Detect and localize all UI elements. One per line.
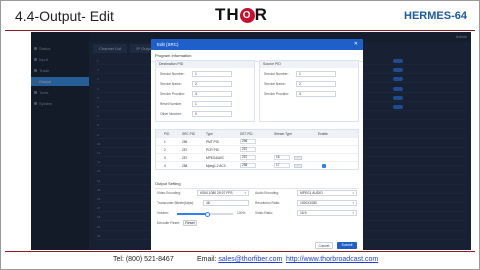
aspect-label: Video Ratio: (255, 211, 273, 215)
pid-number: 1 (164, 140, 166, 144)
pid-column-header: Stream Type (274, 132, 293, 136)
src_fields-label: Service Provider: (264, 92, 290, 96)
pid-table: PID SRC PID Type DST PID Stream Type Enable 1… (155, 129, 359, 170)
dst-pid-input[interactable]: 256 (240, 139, 256, 144)
pid-number: 3 (164, 156, 166, 160)
dest_fields-input[interactable]: 1 (192, 101, 232, 107)
pid-column-header: Type (206, 132, 213, 136)
cancel-button[interactable]: Cancel (315, 242, 333, 249)
video-encoding-label: Video Encoding: (157, 191, 181, 195)
footer-tel: Tel: (800) 521-8467 (113, 256, 174, 263)
product-name: HERMES-64 (404, 10, 467, 22)
src_fields-label: Service Number: (264, 72, 289, 76)
pid-table-header: PID SRC PID Type DST PID Stream Type Enable (156, 130, 358, 137)
volume-knob[interactable] (205, 211, 211, 217)
source-pid-box: Source PID Service Number: 1 Service Name:… (259, 60, 359, 122)
close-icon[interactable]: ✕ (354, 39, 358, 50)
enable-checkbox[interactable] (322, 163, 326, 168)
stream-type-input[interactable]: 17 (274, 163, 290, 168)
output-setting-heading: Output Setting (155, 179, 359, 189)
thor-logo: TH O R (215, 5, 268, 27)
pid-type: Mpeg1-2 AC3 (206, 164, 226, 168)
dest_fields-label: Service Name: (160, 82, 182, 86)
footer-email-link[interactable]: sales@thorfiber.com (218, 256, 282, 263)
decoder-reset-label: Decoder Reset: (157, 221, 180, 225)
pid-number: 4 (164, 164, 166, 168)
pid-column-header: SRC PID (182, 132, 195, 136)
pid-type: PCR PID (206, 148, 219, 152)
dest_fields-input[interactable]: 1 (192, 71, 232, 77)
dst-pid-input[interactable]: 257 (240, 147, 256, 152)
stream-type-button[interactable]: ··· (294, 163, 302, 168)
footer-email-label: Email: (197, 256, 217, 263)
pid-column-header: PID (164, 132, 170, 136)
pid-number: 2 (164, 148, 166, 152)
bitrate-input[interactable]: 48 (203, 200, 249, 206)
dest_fields-label: Service Number: (160, 72, 185, 76)
audio-encoding-label: Audio Encoding: (255, 191, 280, 195)
slide-footer: Tel: (800) 521-8467 Email: sales@thorfib… (1, 253, 480, 269)
stream-type-button[interactable]: ··· (294, 155, 302, 160)
aspect-value: 16:9 (300, 211, 307, 215)
logo-o-icon: O (239, 8, 255, 23)
bitrate-value: 48 (206, 201, 210, 205)
pid-column-header: Enable (318, 132, 328, 136)
footer-divider (5, 251, 475, 252)
logo-text-left: TH (215, 5, 240, 24)
dest_fields-input[interactable]: 0 (192, 111, 232, 117)
audio-encoding-value: MPEG1 AUDIO (300, 191, 323, 195)
pid-type: MPEG4/AVC (206, 156, 225, 160)
src_fields-label: Service Name: (264, 82, 286, 86)
resolution-label: Resolution Ratio: (255, 201, 281, 205)
dest_fields-label: Reset Number: (160, 102, 183, 106)
pid-row: 4 258 Mpeg1-2 AC3 258 17 ··· (156, 161, 358, 169)
slide-title: 4.4-Output- Edit (15, 8, 114, 24)
logo-text-right: R (254, 5, 268, 24)
dst-pid-input[interactable]: 258 (240, 163, 256, 168)
resolution-select[interactable]: 1920X1080 (297, 200, 357, 206)
src-pid: 257 (182, 156, 188, 160)
src_fields-input[interactable]: 3 (296, 91, 336, 97)
submit-button[interactable]: Submit (337, 242, 357, 249)
volume-slider[interactable] (177, 211, 233, 217)
dest_fields-label: Service Provider: (160, 92, 186, 96)
pid-row: 3 257 MPEG4/AVC 257 16 ··· (156, 153, 358, 161)
footer-website-link[interactable]: http://www.thorbroadcast.com (286, 256, 378, 263)
video-encoding-select[interactable]: H264 1080 29.97 FPS (197, 190, 249, 196)
audio-encoding-select[interactable]: MPEG1 AUDIO (297, 190, 357, 196)
src_fields-input[interactable]: 1 (296, 71, 336, 77)
dest_fields-input[interactable]: 3 (192, 91, 232, 97)
resolution-value: 1920X1080 (300, 201, 317, 205)
pid-column-header: DST PID (240, 132, 253, 136)
bitrate-label: Transcoder Bitrate(kbps): (157, 201, 195, 205)
dest_fields-input[interactable]: 2 (192, 81, 232, 87)
volume-value: 100% (237, 211, 246, 215)
volume-label: Volume: (157, 211, 169, 215)
decoder-reset-button[interactable]: Reset (183, 220, 197, 226)
volume-fill (177, 213, 208, 215)
dest_fields-label: Other Number: (160, 112, 182, 116)
video-encoding-value: H264 1080 29.97 FPS (200, 191, 233, 195)
src-pid: 258 (182, 164, 188, 168)
slide-frame: 4.4-Output- Edit TH O R HERMES-64 Status In… (0, 0, 480, 270)
modal-header: Edit (SRC) ✕ (151, 39, 363, 50)
src-pid: 257 (182, 148, 188, 152)
destination-pid-box: Destination PID Service Number: 1 Service … (155, 60, 255, 122)
pid-row: 1 256 PMT PID 256 (156, 137, 358, 145)
dst-pid-input[interactable]: 257 (240, 155, 256, 160)
pid-row: 2 257 PCR PID 257 (156, 145, 358, 153)
aspect-select[interactable]: 16:9 (297, 210, 357, 216)
src_fields-input[interactable]: 2 (296, 81, 336, 87)
header-divider (5, 30, 475, 31)
footer-email-wrap: Email: sales@thorfiber.com (197, 256, 282, 263)
modal-title: Edit (SRC) (157, 42, 179, 47)
stream-type-input[interactable]: 16 (274, 155, 290, 160)
edit-modal: Edit (SRC) ✕ Program Information Destina… (151, 39, 363, 250)
src-pid: 256 (182, 140, 188, 144)
app-screenshot: Status Input Trade Output Tools System Admin … (31, 32, 471, 250)
destination-pid-title: Destination PID (156, 61, 254, 68)
pid-type: PMT PID (206, 140, 219, 144)
source-pid-title: Source PID (260, 61, 358, 68)
